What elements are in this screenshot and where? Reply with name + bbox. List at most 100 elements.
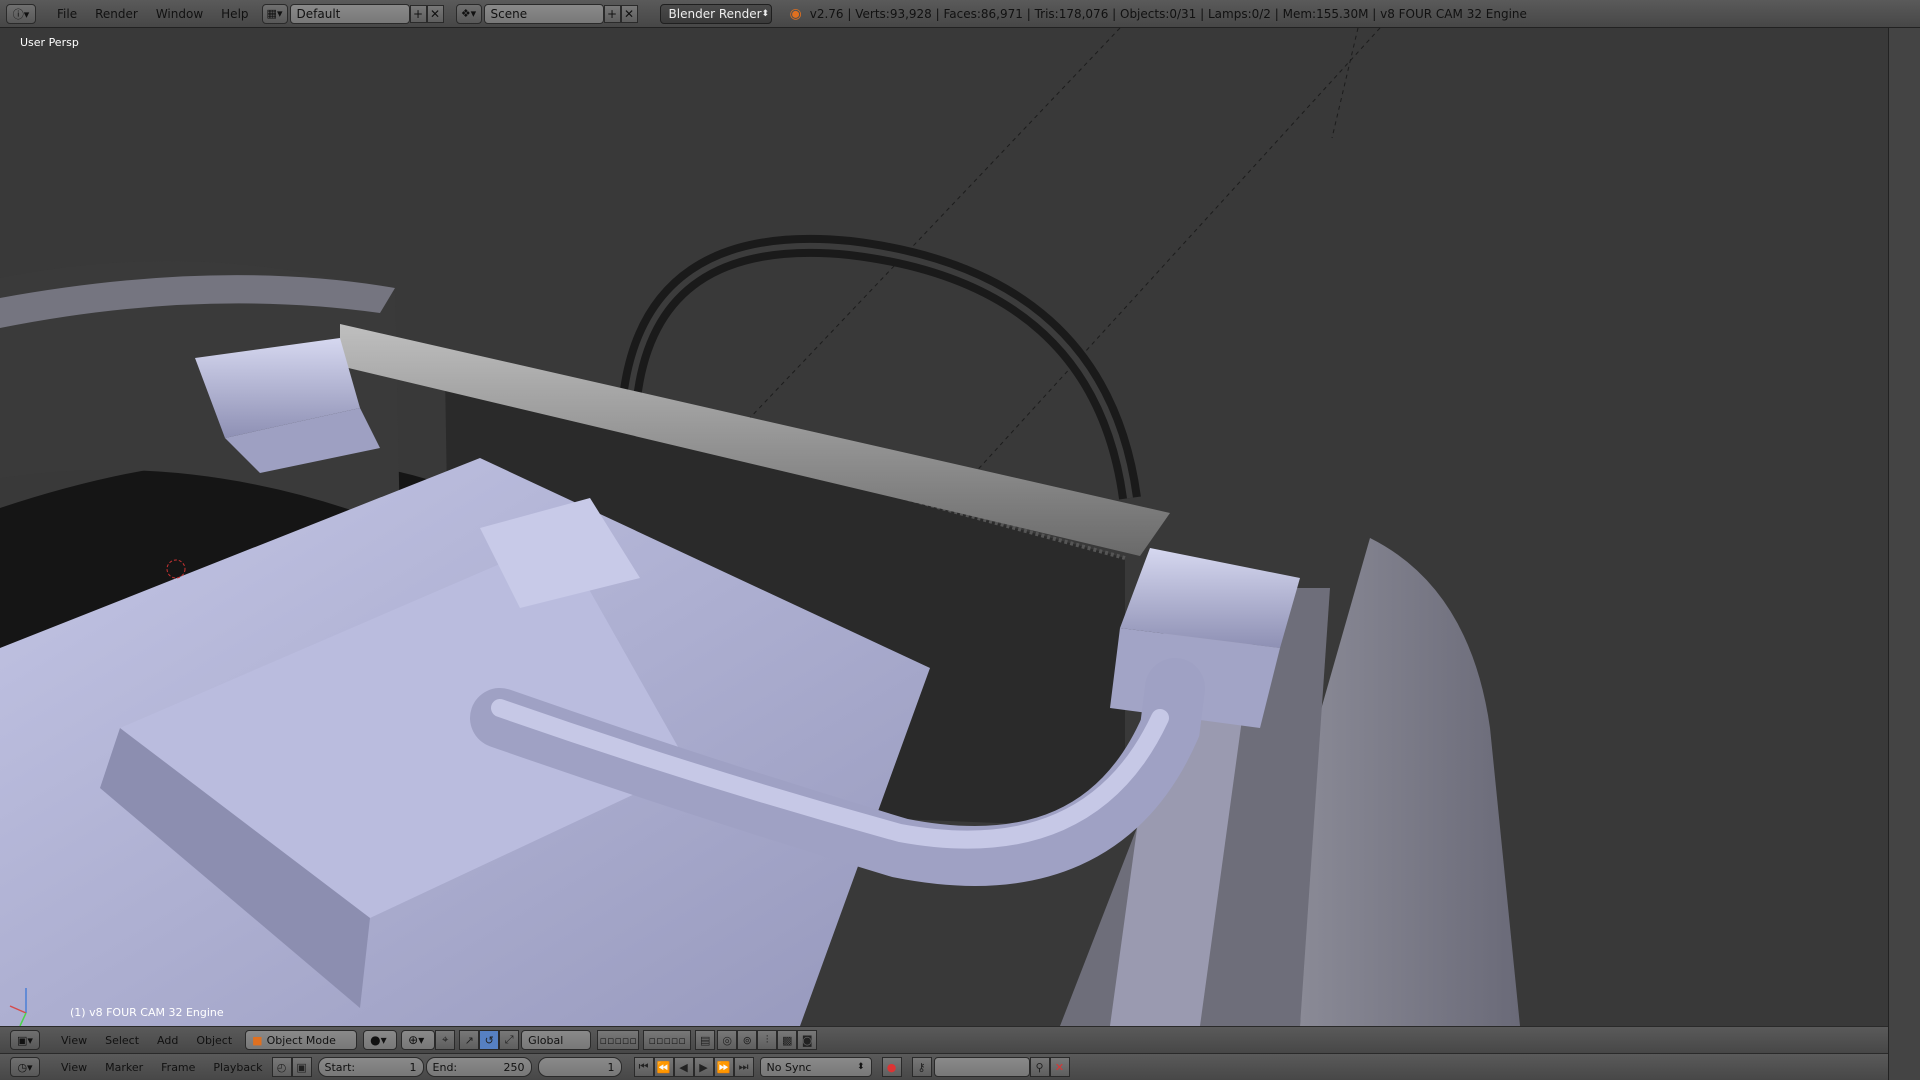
start-frame-field[interactable]: Start: 1 <box>317 1057 424 1077</box>
layer-grid-icon: ▫▫▫▫▫ <box>648 1033 686 1047</box>
interaction-mode-dropdown[interactable]: ■ Object Mode <box>245 1030 358 1050</box>
auto-keying-button[interactable]: ● <box>881 1057 902 1077</box>
prev-keyframe-icon: ⏪ <box>656 1060 671 1074</box>
scene-statistics: v2.76 | Verts:93,928 | Faces:86,971 | Tr… <box>809 6 1527 21</box>
end-value: 250 <box>503 1060 525 1074</box>
menu-frame[interactable]: Frame <box>152 1061 204 1074</box>
menu-view[interactable]: View <box>52 1034 96 1047</box>
clock-icon: ◴ <box>276 1060 287 1074</box>
next-keyframe-icon: ⏩ <box>716 1060 731 1074</box>
play-icon: ▶ <box>699 1060 708 1074</box>
screen-layout-field[interactable]: Default <box>289 3 410 24</box>
sync-mode-dropdown[interactable]: No Sync ⬍ <box>759 1057 872 1077</box>
blender-logo-icon: ◉ <box>789 5 802 22</box>
jump-end-icon: ⏭ <box>738 1060 749 1073</box>
viewport-scene <box>0 28 1520 1026</box>
preview-range-button[interactable]: ◴ <box>271 1057 292 1077</box>
keying-set-button[interactable]: ⚷ <box>911 1057 932 1077</box>
snap-element-dropdown[interactable]: ⫶ <box>757 1030 778 1050</box>
timeline-icon: ◷▾ <box>17 1060 33 1074</box>
mode-label: Object Mode <box>266 1033 336 1047</box>
jump-end-button[interactable]: ⏭ <box>733 1057 754 1077</box>
scale-manipulator-button[interactable]: ⤢ <box>499 1030 520 1050</box>
menu-playback[interactable]: Playback <box>204 1061 271 1074</box>
add-layout-button[interactable]: + <box>409 4 427 23</box>
menu-marker[interactable]: Marker <box>96 1061 152 1074</box>
proportional-edit-button[interactable]: ◎ <box>717 1030 738 1050</box>
insert-keyframe-button[interactable]: ⚲ <box>1029 1057 1050 1077</box>
next-keyframe-button[interactable]: ⏩ <box>713 1057 734 1077</box>
rotate-icon: ↺ <box>484 1033 494 1047</box>
play-reverse-icon: ◀ <box>679 1060 688 1074</box>
scene-field[interactable]: Scene <box>483 3 604 24</box>
layer-buttons-group: ▫▫▫▫▫ ▫▫▫▫▫ <box>597 1030 692 1050</box>
play-reverse-button[interactable]: ◀ <box>673 1057 694 1077</box>
current-frame-field[interactable]: 1 <box>537 1057 622 1077</box>
manipulator-toggle[interactable]: ⌖ <box>435 1030 456 1050</box>
menu-window[interactable]: Window <box>147 7 212 21</box>
layer-grid-icon: ▫▫▫▫▫ <box>599 1033 637 1047</box>
scene-browse-button[interactable]: ❖▾ <box>455 3 482 24</box>
3d-view-icon: ▣▾ <box>17 1033 33 1047</box>
play-button[interactable]: ▶ <box>693 1057 714 1077</box>
layers-6-10[interactable]: ▫▫▫▫▫ <box>643 1030 692 1050</box>
lock-icon: ▤ <box>699 1033 711 1047</box>
orientation-label: Global <box>528 1033 564 1047</box>
snap-element-icon: ⫶ <box>765 1033 769 1046</box>
sync-label: No Sync <box>766 1060 812 1074</box>
menu-select[interactable]: Select <box>96 1034 148 1047</box>
end-label: End: <box>432 1060 458 1074</box>
add-scene-button[interactable]: + <box>603 4 621 23</box>
prev-keyframe-button[interactable]: ⏪ <box>653 1057 674 1077</box>
pivot-point-dropdown[interactable]: ⊕▾ <box>401 1030 436 1050</box>
view-perspective-label: User Persp <box>20 36 79 49</box>
editor-type-button[interactable]: ◷▾ <box>10 1057 40 1077</box>
keying-set-field[interactable] <box>933 1057 1030 1077</box>
info-header: ⓘ▾ File Render Window Help ▦▾ Default + … <box>0 0 1920 28</box>
menu-file[interactable]: File <box>48 7 86 21</box>
layout-grid-icon: ▦▾ <box>266 7 283 20</box>
screen-layout-browse-button[interactable]: ▦▾ <box>261 3 288 24</box>
menu-object[interactable]: Object <box>187 1034 241 1047</box>
translate-manipulator-button[interactable]: ↗ <box>459 1030 480 1050</box>
menu-help[interactable]: Help <box>212 7 257 21</box>
camera-line <box>1331 28 1359 139</box>
render-engine-dropdown[interactable]: Blender Render ⬍ <box>659 3 772 24</box>
camera-icon: ◙ <box>801 1033 813 1047</box>
menu-view[interactable]: View <box>52 1061 96 1074</box>
start-label: Start: <box>324 1060 356 1074</box>
scale-icon: ⤢ <box>504 1033 514 1046</box>
scene-icon: ❖▾ <box>460 7 477 20</box>
viewport-shading-dropdown[interactable]: ●▾ <box>363 1030 398 1050</box>
manipulator-icon: ⌖ <box>442 1033 449 1046</box>
menu-render[interactable]: Render <box>86 7 147 21</box>
render-preview-button[interactable]: ▩ <box>777 1030 798 1050</box>
menu-add[interactable]: Add <box>148 1034 187 1047</box>
info-icon: ⓘ▾ <box>12 7 30 21</box>
render-animation-button[interactable]: ◙ <box>797 1030 818 1050</box>
outliner-edge-strip[interactable] <box>1888 28 1920 1080</box>
lock-time-button[interactable]: ▣ <box>291 1057 312 1077</box>
remove-layout-button[interactable]: ✕ <box>426 4 444 23</box>
solid-shading-icon: ●▾ <box>370 1033 387 1047</box>
plus-icon: + <box>412 6 424 21</box>
delete-keyframe-button[interactable]: ✕ <box>1049 1057 1070 1077</box>
lock-camera-button[interactable]: ▤ <box>695 1030 716 1050</box>
editor-type-button[interactable]: ▣▾ <box>10 1030 40 1050</box>
key-icon: ⚷ <box>917 1060 926 1074</box>
layers-1-5[interactable]: ▫▫▫▫▫ <box>597 1030 640 1050</box>
remove-scene-button[interactable]: ✕ <box>620 4 638 23</box>
rotate-manipulator-button[interactable]: ↺ <box>479 1030 500 1050</box>
key-delete-icon: ✕ <box>1054 1060 1065 1074</box>
editor-type-button[interactable]: ⓘ▾ <box>6 3 36 24</box>
jump-start-button[interactable]: ⏮ <box>633 1057 654 1077</box>
snap-toggle[interactable]: ⊚ <box>737 1030 758 1050</box>
start-value: 1 <box>409 1060 417 1074</box>
playback-controls: ⏮ ⏪ ◀ ▶ ⏩ ⏭ <box>633 1057 754 1077</box>
end-frame-field[interactable]: End: 250 <box>425 1057 532 1077</box>
proportional-icon: ◎ <box>722 1033 732 1047</box>
3d-viewport[interactable]: User Persp (1) v8 FOUR CAM 32 Engine <box>0 28 1888 1026</box>
transform-orientation-dropdown[interactable]: Global <box>521 1030 592 1050</box>
close-icon: ✕ <box>429 6 441 21</box>
dropdown-arrows-icon: ⬍ <box>856 1062 865 1072</box>
